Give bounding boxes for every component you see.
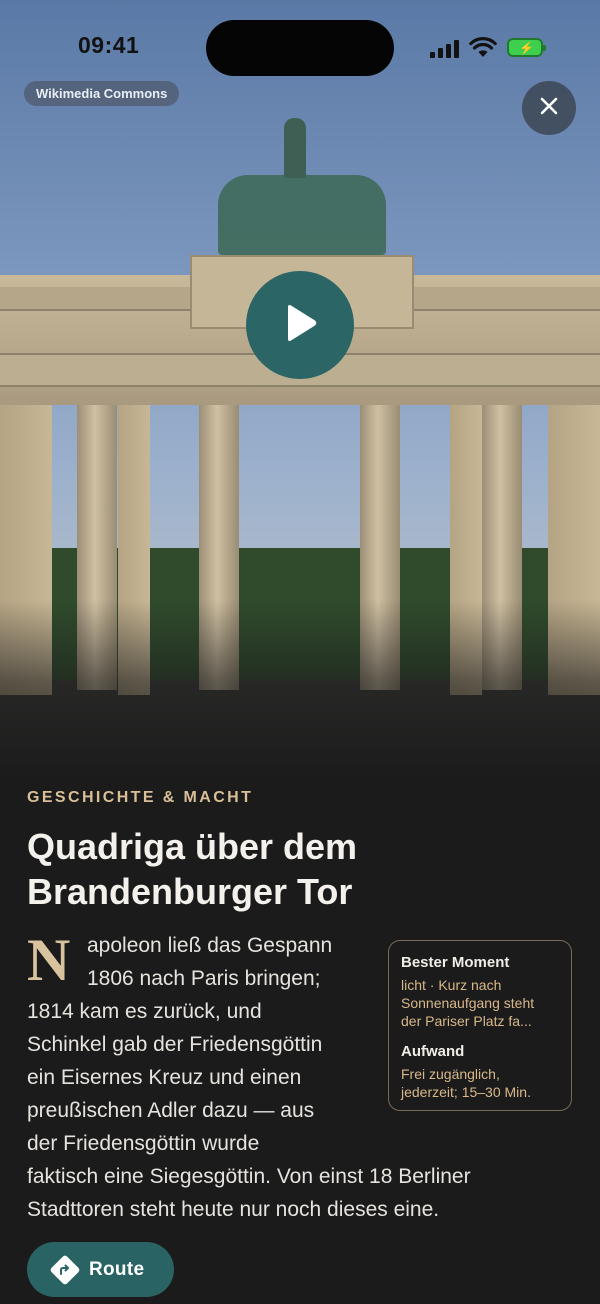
body-line: der Friedensgöttin wurde [27,1132,260,1155]
best-moment-heading: Bester Moment [401,954,510,971]
image-attribution-badge[interactable]: Wikimedia Commons [24,81,180,106]
screen: 09:41 ⚡ Wikimedia Commons GESCHICHTE & M… [0,0,600,1304]
route-button[interactable]: Route [27,1242,174,1297]
close-icon [539,96,559,121]
best-moment-text: der Pariser Platz fa... [401,1013,532,1029]
battery-charging-icon: ⚡ [507,38,546,57]
play-icon [282,303,318,348]
best-moment-text: licht · Kurz nach [401,977,502,993]
effort-heading: Aufwand [401,1043,465,1060]
close-button[interactable] [522,81,576,135]
article-title: Quadriga über dem Brandenburger Tor [27,824,567,914]
best-moment-text: Sonnenaufgang steht [401,995,535,1011]
category-kicker: GESCHICHTE & MACHT [27,789,254,806]
dynamic-island [206,20,394,76]
directions-icon [49,1253,81,1286]
cellular-signal-icon [430,40,460,58]
title-line: Brandenburger Tor [27,871,353,912]
body-line: Stadttoren steht heute nur noch dieses e… [27,1198,440,1221]
hero-fade [0,600,600,780]
quadriga-sculpture [218,175,386,255]
body-line: faktisch eine Siegesgöttin. Von einst 18… [27,1165,471,1188]
title-line: Quadriga über dem [27,826,358,867]
effort-text: Frei zugänglich, [401,1066,500,1082]
play-audio-button[interactable] [246,271,354,379]
eagle-staff [284,118,306,178]
wifi-icon [469,36,497,58]
hero-photo [0,0,600,780]
status-time: 09:41 [78,32,140,58]
info-box: Bester Moment licht · Kurz nach Sonnenau… [388,940,572,1111]
route-label: Route [89,1258,145,1280]
effort-text: jederzeit; 15–30 Min. [401,1084,531,1100]
